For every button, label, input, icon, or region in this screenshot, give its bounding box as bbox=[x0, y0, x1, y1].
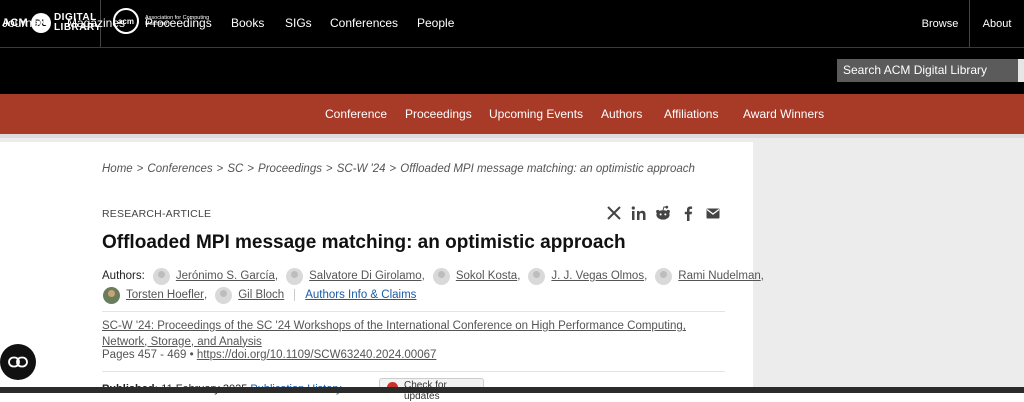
breadcrumb-separator: > bbox=[389, 163, 397, 175]
linkedin-icon[interactable] bbox=[630, 205, 646, 221]
search-input[interactable]: Search ACM Digital Library bbox=[837, 59, 1018, 82]
proceedings-line-2: Network, Storage, and Analysis bbox=[102, 335, 262, 348]
right-sidebar bbox=[753, 142, 1024, 393]
author-link[interactable]: Jerónimo S. García bbox=[176, 270, 275, 282]
author-link[interactable]: Salvatore Di Girolamo bbox=[309, 270, 421, 282]
proceedings-link[interactable]: SC-W '24: Proceedings of the SC '24 Work… bbox=[102, 319, 702, 350]
cookie-settings-button[interactable] bbox=[0, 344, 36, 380]
page-range: Pages 457 - 469 bbox=[102, 349, 187, 361]
avatar bbox=[528, 267, 546, 285]
pages-doi: Pages 457 - 469 • https://doi.org/10.110… bbox=[102, 349, 436, 361]
breadcrumb-separator: > bbox=[136, 163, 144, 175]
avatar bbox=[286, 267, 304, 285]
tab-proceedings[interactable]: Proceedings bbox=[405, 107, 472, 121]
nav-people[interactable]: People bbox=[417, 16, 454, 30]
tab-award-winners[interactable]: Award Winners bbox=[743, 107, 824, 121]
facebook-icon[interactable] bbox=[680, 205, 696, 221]
article-type: RESEARCH-ARTICLE bbox=[102, 208, 212, 220]
author-separator: , bbox=[517, 270, 521, 282]
search-edge bbox=[1018, 59, 1024, 82]
author-link[interactable]: Sokol Kosta bbox=[456, 270, 517, 282]
nav-sigs[interactable]: SIGs bbox=[285, 16, 312, 30]
breadcrumb-sc[interactable]: SC bbox=[227, 163, 243, 175]
author-separator: , bbox=[760, 270, 764, 282]
tab-authors[interactable]: Authors bbox=[601, 107, 642, 121]
nav-magazines[interactable]: Magazines bbox=[67, 16, 125, 30]
doi-link[interactable]: https://doi.org/10.1109/SCW63240.2024.00… bbox=[197, 349, 437, 361]
avatar bbox=[152, 267, 170, 285]
email-icon[interactable] bbox=[705, 205, 721, 221]
authors-line-2: Torsten Hoefler, Gil Bloch Authors Info … bbox=[95, 286, 416, 304]
article-title: Offloaded MPI message matching: an optim… bbox=[102, 232, 626, 253]
link-icon bbox=[8, 356, 28, 368]
author-link[interactable]: J. J. Vegas Olmos bbox=[551, 270, 644, 282]
breadcrumb-separator: > bbox=[216, 163, 224, 175]
author-separator: , bbox=[644, 270, 648, 282]
divider bbox=[102, 311, 725, 312]
breadcrumb: Home > Conferences > SC > Proceedings > SC-W '24… bbox=[102, 163, 695, 175]
reddit-icon[interactable] bbox=[655, 205, 671, 221]
breadcrumb-conferences[interactable]: Conferences bbox=[147, 163, 212, 175]
avatar bbox=[215, 286, 233, 304]
nav-conferences[interactable]: Conferences bbox=[330, 16, 398, 30]
nav-proceedings[interactable]: Proceedings bbox=[145, 16, 212, 30]
author-link[interactable]: Torsten Hoefler bbox=[126, 289, 204, 301]
nav-journals[interactable]: Journals bbox=[2, 16, 47, 30]
x-icon[interactable] bbox=[606, 205, 622, 221]
breadcrumb-home[interactable]: Home bbox=[102, 163, 133, 175]
authors-info-link[interactable]: Authors Info & Claims bbox=[294, 289, 416, 301]
tab-upcoming-events[interactable]: Upcoming Events bbox=[489, 107, 583, 121]
breadcrumb-proceedings[interactable]: Proceedings bbox=[258, 163, 322, 175]
breadcrumb-separator: > bbox=[247, 163, 255, 175]
tab-conference[interactable]: Conference bbox=[325, 107, 387, 121]
breadcrumb-scw24[interactable]: SC-W '24 bbox=[337, 163, 386, 175]
nav-books[interactable]: Books bbox=[231, 16, 264, 30]
authors-colon: : bbox=[141, 270, 145, 282]
author-separator: , bbox=[421, 270, 425, 282]
authors-line-1: Authors: Jerónimo S. García, Salvatore D… bbox=[102, 267, 764, 285]
breadcrumb-current: Offloaded MPI message matching: an optim… bbox=[400, 163, 695, 175]
author-link[interactable]: Gil Bloch bbox=[238, 289, 284, 301]
about-link[interactable]: About bbox=[969, 0, 1024, 47]
authors-label: Authors bbox=[102, 270, 142, 282]
tab-affiliations[interactable]: Affiliations bbox=[664, 107, 718, 121]
proceedings-line-1: SC-W '24: Proceedings of the SC '24 Work… bbox=[102, 320, 686, 332]
bottom-edge bbox=[0, 387, 1024, 393]
breadcrumb-separator: > bbox=[325, 163, 333, 175]
avatar bbox=[655, 267, 673, 285]
author-separator: , bbox=[203, 289, 208, 301]
bullet: • bbox=[189, 349, 194, 361]
author-separator: , bbox=[274, 270, 279, 282]
author-link[interactable]: Rami Nudelman bbox=[678, 270, 760, 282]
avatar bbox=[432, 267, 450, 285]
avatar bbox=[103, 286, 120, 304]
browse-link[interactable]: Browse bbox=[912, 0, 968, 47]
divider bbox=[102, 371, 725, 372]
